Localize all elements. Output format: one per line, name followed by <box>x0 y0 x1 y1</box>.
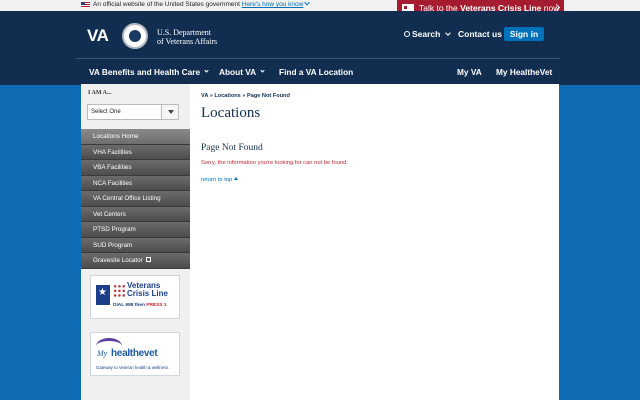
my-healthevet-promo[interactable]: My healthevet Gateway to Veteran health … <box>90 332 180 376</box>
promo-press-number: 1 <box>163 303 167 308</box>
main-nav: VA Benefits and Health Care About VA Fin… <box>76 58 560 84</box>
dropdown-arrow-icon[interactable] <box>161 105 178 119</box>
nav-my-healthevet[interactable]: My HealtheVet <box>496 67 552 77</box>
return-to-top-link[interactable]: return to top <box>201 176 239 183</box>
page-title: Locations <box>201 105 261 121</box>
search-button[interactable]: Search <box>404 29 452 39</box>
sidebar-item-vet-centers[interactable]: Vet Centers <box>81 206 190 222</box>
search-icon <box>404 30 410 37</box>
promo-mhv-brand: healthevet <box>111 348 158 359</box>
nav-find-location[interactable]: Find a VA Location <box>279 67 353 77</box>
sidebar-item-locations-home[interactable]: Locations Home <box>81 129 190 145</box>
sidebar-item-sud-program[interactable]: SUD Program <box>81 237 190 253</box>
promo-mhv-tagline: Gateway to Veteran health & wellness <box>96 365 169 370</box>
chevron-down-icon <box>204 68 209 73</box>
chevron-down-icon <box>304 0 311 6</box>
sidebar-item-central-office[interactable]: VA Central Office Listing <box>81 191 190 207</box>
breadcrumb[interactable]: VA » Locations » Page Not Found <box>201 93 290 99</box>
page-container: I AM A... Select One Locations Home VHA … <box>81 84 559 400</box>
external-link-icon <box>145 256 151 262</box>
dots-icon <box>113 284 126 298</box>
sidebar-item-gravesite-locator[interactable]: Gravesite Locator <box>81 253 190 269</box>
chevron-down-icon <box>260 68 265 73</box>
i-am-a-select[interactable]: Select One <box>87 104 179 120</box>
dept-line2: of Veterans Affairs <box>157 37 218 46</box>
contact-us-link[interactable]: Contact us <box>458 29 502 39</box>
promo-dial-text: DIAL 988 then <box>113 303 145 308</box>
va-logo[interactable]: VA <box>87 26 109 46</box>
va-seal-icon <box>122 23 148 49</box>
search-label: Search <box>412 29 441 39</box>
sidebar: I AM A... Select One Locations Home VHA … <box>81 84 190 400</box>
nav-about-label: About VA <box>219 67 257 77</box>
promo-mhv-my: My <box>97 349 108 358</box>
crisis-flag-icon: ★ <box>96 285 110 305</box>
sidebar-item-nca-facilities[interactable]: NCA Facilities <box>81 175 190 191</box>
return-to-top-label: return to top <box>201 177 233 183</box>
promo-press-text: PRESS <box>146 303 163 308</box>
nav-my-va[interactable]: My VA <box>457 67 482 77</box>
sidebar-item-ptsd-program[interactable]: PTSD Program <box>81 222 190 238</box>
nav-benefits-label: VA Benefits and Health Care <box>89 67 201 77</box>
arrow-up-icon <box>234 176 239 180</box>
heres-how-you-know-label: Here's how you know <box>241 1 304 8</box>
veterans-crisis-line-promo[interactable]: ★ Veterans Crisis Line DIAL 988 then PRE… <box>90 275 180 319</box>
sidebar-item-vha-facilities[interactable]: VHA Facilities <box>81 144 190 160</box>
us-flag-icon <box>81 2 90 8</box>
error-message: Sorry, the information you're looking fo… <box>201 160 348 166</box>
promo-crisis-dial: DIAL 988 then PRESS 1 <box>113 303 167 308</box>
chevron-down-icon <box>445 29 452 36</box>
site-header: VA U.S. Department of Veterans Affairs S… <box>0 11 640 57</box>
star-icon: ★ <box>98 287 107 298</box>
sidebar-nav: Locations Home VHA Facilities VBA Facili… <box>81 129 190 269</box>
nav-about-va[interactable]: About VA <box>219 67 265 77</box>
department-name[interactable]: U.S. Department of Veterans Affairs <box>157 28 217 46</box>
gov-banner-label: An official website of the United States… <box>93 1 240 8</box>
promo-crisis-line2: Crisis Line <box>127 289 168 298</box>
heres-how-you-know-link[interactable]: Here's how you know <box>241 0 311 8</box>
sidebar-item-vba-facilities[interactable]: VBA Facilities <box>81 160 190 176</box>
dept-line1: U.S. Department <box>157 28 211 37</box>
i-am-a-label: I AM A... <box>88 90 112 96</box>
gov-banner-text: An official website of the United States… <box>93 0 311 8</box>
gravesite-label: Gravesite Locator <box>93 257 143 264</box>
sign-in-button[interactable]: Sign in <box>504 27 544 41</box>
select-value: Select One <box>91 109 121 115</box>
nav-benefits[interactable]: VA Benefits and Health Care <box>89 67 209 77</box>
page-subtitle: Page Not Found <box>201 143 263 153</box>
